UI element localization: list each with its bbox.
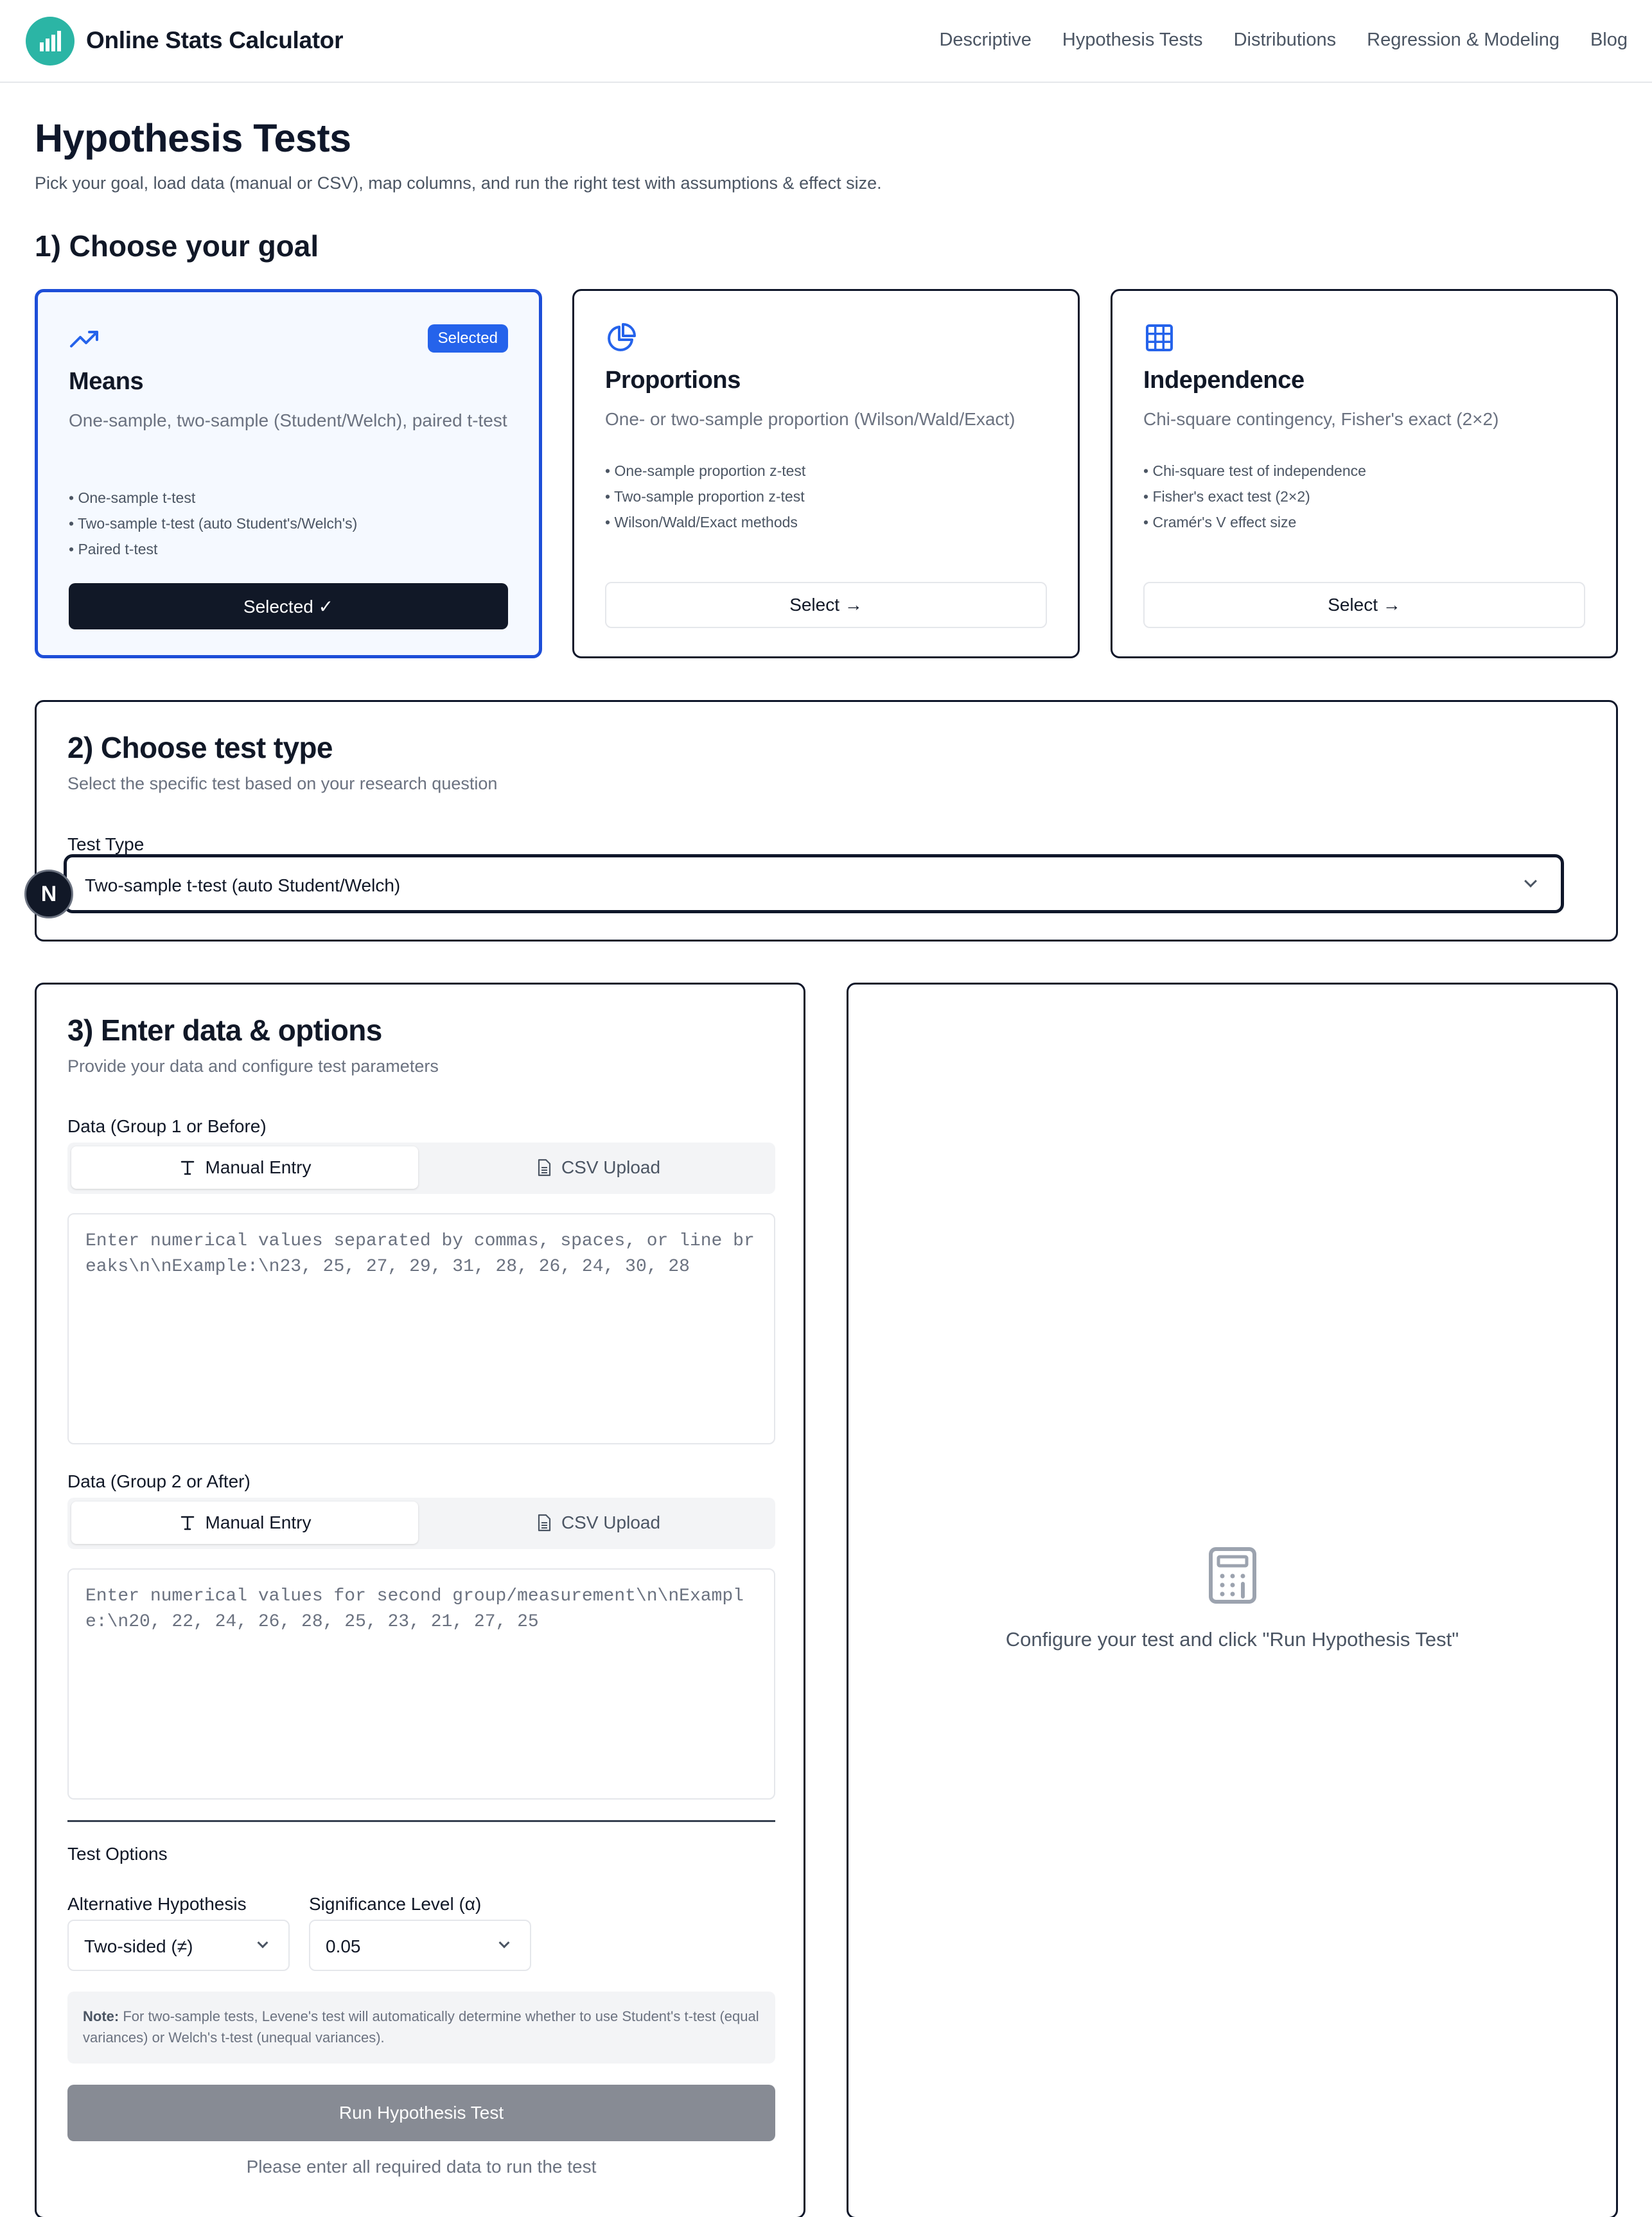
brand-name[interactable]: Online Stats Calculator [86, 27, 344, 54]
tab-label: Manual Entry [205, 1157, 312, 1177]
tab-manual-entry[interactable]: Manual Entry [71, 1502, 418, 1544]
data-entry-panel: 3) Enter data & options Provide your dat… [35, 983, 805, 2217]
tab-label: CSV Upload [561, 1512, 661, 1532]
card-feature-list: One-sample t-test Two-sample t-test (aut… [69, 485, 357, 562]
list-item: Wilson/Wald/Exact methods [605, 509, 805, 535]
tab-csv-upload[interactable]: CSV Upload [425, 1502, 771, 1544]
tab-label: CSV Upload [561, 1157, 661, 1177]
calculator-icon [1209, 1547, 1256, 1604]
tab-manual-entry[interactable]: Manual Entry [71, 1146, 418, 1189]
goal-card-means[interactable]: Selected Means One-sample, two-sample (S… [35, 289, 542, 658]
pie-chart-icon [608, 323, 636, 351]
card-description: One- or two-sample proportion (Wilson/Wa… [605, 409, 1015, 429]
group2-label: Data (Group 2 or After) [67, 1471, 250, 1491]
alternative-hypothesis-label: Alternative Hypothesis [67, 1894, 247, 1914]
goal-card-proportions[interactable]: Proportions One- or two-sample proportio… [572, 289, 1080, 658]
dev-tools-badge[interactable]: N [24, 870, 73, 918]
card-feature-list: One-sample proportion z-test Two-sample … [605, 458, 805, 535]
nav-descriptive[interactable]: Descriptive [939, 30, 1031, 51]
test-type-heading: 2) Choose test type [67, 731, 333, 764]
run-hypothesis-test-button[interactable]: Run Hypothesis Test [67, 2085, 775, 2141]
group2-input-tabs: Manual Entry CSV Upload [67, 1498, 775, 1549]
note-text: For two-sample tests, Levene's test will… [83, 2008, 759, 2046]
nav-distributions[interactable]: Distributions [1234, 30, 1337, 51]
chevron-down-icon [1524, 875, 1537, 888]
selected-button[interactable]: Selected ✓ [69, 583, 508, 629]
test-type-label: Test Type [67, 834, 145, 854]
significance-level-label: Significance Level (α) [309, 1894, 482, 1914]
card-title: Proportions [605, 367, 741, 394]
results-panel: Configure your test and click "Run Hypot… [847, 983, 1618, 2217]
list-item: Chi-square test of independence [1143, 458, 1366, 484]
goal-card-independence[interactable]: Independence Chi-square contingency, Fis… [1111, 289, 1618, 658]
card-feature-list: Chi-square test of independence Fisher's… [1143, 458, 1366, 535]
test-options-heading: Test Options [67, 1844, 168, 1864]
list-item: Cramér's V effect size [1143, 509, 1366, 535]
trending-up-icon [70, 331, 98, 347]
list-item: Two-sample proportion z-test [605, 484, 805, 509]
test-type-panel: 2) Choose test type Select the specific … [35, 700, 1618, 942]
results-placeholder-message: Configure your test and click "Run Hypot… [1005, 1628, 1459, 1651]
list-item: One-sample proportion z-test [605, 458, 805, 484]
alternative-hypothesis-value: Two-sided (≠) [84, 1936, 193, 1956]
list-item: Paired t-test [69, 536, 357, 562]
nav-blog[interactable]: Blog [1590, 30, 1628, 51]
select-button[interactable]: Select → [1143, 582, 1585, 628]
required-data-hint: Please enter all required data to run th… [246, 2157, 597, 2177]
alternative-hypothesis-select[interactable]: Two-sided (≠) [67, 1920, 290, 1971]
nav-hypothesis-tests[interactable]: Hypothesis Tests [1062, 30, 1203, 51]
card-title: Means [69, 368, 144, 395]
group1-input-tabs: Manual Entry CSV Upload [67, 1143, 775, 1194]
type-icon [180, 1516, 194, 1530]
significance-level-select[interactable]: 0.05 [309, 1920, 531, 1971]
nav-regression-modeling[interactable]: Regression & Modeling [1367, 30, 1560, 51]
chevron-down-icon [498, 1937, 510, 1949]
page-subtitle: Pick your goal, load data (manual or CSV… [35, 173, 882, 193]
test-type-value: Two-sample t-test (auto Student/Welch) [85, 875, 401, 895]
tab-csv-upload[interactable]: CSV Upload [425, 1146, 771, 1189]
group1-label: Data (Group 1 or Before) [67, 1116, 267, 1136]
tab-label: Manual Entry [205, 1512, 312, 1532]
type-icon [180, 1161, 194, 1175]
test-type-select[interactable]: Two-sample t-test (auto Student/Welch) [64, 854, 1564, 913]
chevron-down-icon [257, 1937, 268, 1949]
section-divider [67, 1820, 775, 1822]
top-header: Online Stats Calculator Descriptive Hypo… [0, 0, 1652, 83]
logo-bar-chart-icon[interactable] [26, 17, 75, 66]
file-icon [538, 1514, 551, 1532]
card-description: One-sample, two-sample (Student/Welch), … [69, 410, 507, 430]
select-button[interactable]: Select → [605, 582, 1047, 628]
goal-heading: 1) Choose your goal [35, 229, 319, 263]
test-type-subtitle: Select the specific test based on your r… [67, 774, 498, 793]
card-title: Independence [1143, 367, 1305, 394]
data-entry-subtitle: Provide your data and configure test par… [67, 1056, 439, 1076]
significance-level-value: 0.05 [326, 1936, 361, 1956]
group2-data-textarea[interactable]: Enter numerical values for second group/… [67, 1568, 775, 1800]
selected-badge: Selected [427, 324, 508, 353]
grid-icon [1146, 324, 1173, 351]
list-item: One-sample t-test [69, 485, 357, 511]
list-item: Two-sample t-test (auto Student's/Welch'… [69, 511, 357, 536]
levene-note: Note: For two-sample tests, Levene's tes… [67, 1992, 775, 2064]
list-item: Fisher's exact test (2×2) [1143, 484, 1366, 509]
group1-data-textarea[interactable]: Enter numerical values separated by comm… [67, 1213, 775, 1444]
page-title: Hypothesis Tests [35, 116, 351, 160]
main-nav: Descriptive Hypothesis Tests Distributio… [939, 30, 1628, 51]
data-entry-heading: 3) Enter data & options [67, 1013, 382, 1047]
note-label: Note: [83, 2008, 119, 2024]
file-icon [538, 1159, 551, 1177]
card-description: Chi-square contingency, Fisher's exact (… [1143, 409, 1499, 429]
